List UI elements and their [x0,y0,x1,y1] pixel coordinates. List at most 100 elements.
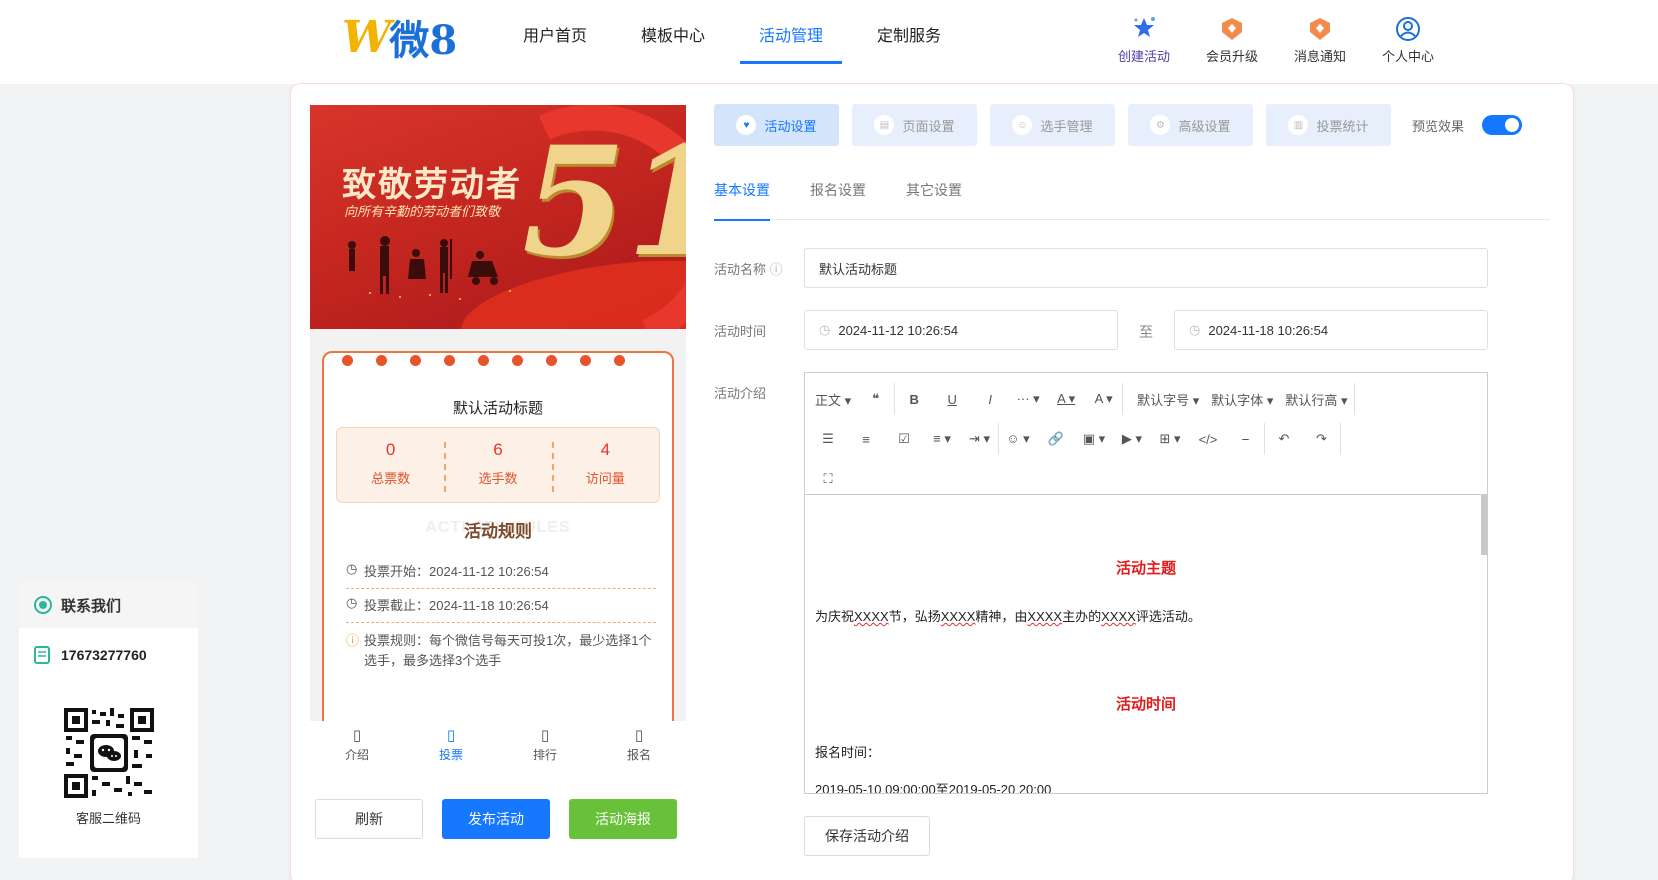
logo-mark: W [342,11,391,63]
service-agent-icon [34,596,52,614]
tab-signup[interactable]: ▯ 报名 [592,721,686,767]
undo-button[interactable]: ↶ [1265,423,1303,455]
clock-icon: ◷ [819,322,831,337]
notifications-button[interactable]: 消息通知 [1276,14,1364,65]
preview-switch[interactable] [1482,115,1523,135]
step-advanced-settings[interactable]: ⚙ 高级设置 [1128,104,1253,146]
editor-paragraph-2: 报名时间： [815,745,881,760]
font-family-select[interactable]: 默认字体 ▾ [1205,383,1279,415]
name-label: 活动名称 ⓘ [714,262,783,277]
bullet-list-button[interactable]: ☰ [809,423,847,455]
toolbar-row-2: ☰ ≡ ☑ ≡ ▾ ⇥ ▾ ☺ ▾ 🔗 ▣ ▾ ▶ ▾ ⊞ ▾ </> ⎯ ↶ … [809,419,1483,459]
settings-steps: ♥ 活动设置 ▤ 页面设置 ☺ 选手管理 ⚙ 高级设置 ▥ 投票统计 [714,104,1391,146]
line-height-select[interactable]: 默认行高 ▾ [1279,383,1355,415]
nav-activity-manage[interactable]: 活动管理 [732,0,850,84]
table-button[interactable]: ⊞ ▾ [1151,423,1189,455]
vip-upgrade-button[interactable]: 会员升级 [1188,14,1276,65]
notification-badge-icon [1310,18,1330,40]
tab-vote[interactable]: ▯ 投票 [404,721,498,767]
stars-icon [1134,17,1155,37]
font-color-button[interactable]: A ▾ [1047,383,1085,415]
qr-code-icon [62,706,156,800]
more-button[interactable]: ··· ▾ [1009,383,1047,415]
rules-heading-text: 活动规则 [464,522,532,541]
tab-vote-icon: ▯ [446,727,456,744]
activity-name-input[interactable]: 默认活动标题 [804,248,1488,288]
poster-paper: 默认活动标题 0 总票数 6 选手数 4 访问量 ACTIVITY RULES 活动规… [322,351,674,721]
header-actions: 创建活动 会员升级 消息通知 个人中心 [1100,14,1452,65]
editor-toolbar: 正文 ▾ ❝ B U I ··· ▾ A ▾ A ▾ 默认字号 ▾ 默认字体 ▾… [805,373,1487,495]
editor-scrollbar[interactable] [1481,495,1487,555]
poster-title: 默认活动标题 [452,400,543,417]
editor-paragraph-1: 为庆祝XXXX节，弘扬XXXX精神，由XXXX主办的XXXX评选活动。 [815,609,1201,624]
italic-button[interactable]: I [971,383,1009,415]
step-activity-settings[interactable]: ♥ 活动设置 [714,104,839,146]
user-center-button[interactable]: 个人中心 [1364,14,1452,65]
stat-total-votes: 0 总票数 [371,440,411,486]
logo[interactable]: W 微8 [342,11,457,65]
rules-heading: ACTIVITY RULES 活动规则 [324,519,672,541]
create-activity-label: 创建活动 [1117,49,1170,64]
banner-title: 致敬劳动者 [342,165,522,205]
todo-button[interactable]: ☑ [885,423,923,455]
preview-label: 预览效果 [1412,118,1465,134]
tab-intro[interactable]: ▯ 介绍 [310,721,404,767]
person-icon: ☺ [1012,115,1033,135]
toolbar-row-3: ⛶ [809,459,1483,499]
clock-icon: ◷ [1189,322,1201,337]
editor-content[interactable]: 活动主题 为庆祝XXXX节，弘扬XXXX精神，由XXXX主办的XXXX评选活动。… [805,495,1487,793]
font-size-select[interactable]: 默认字号 ▾ [1131,383,1205,415]
underline-button[interactable]: U [933,383,971,415]
nav-home[interactable]: 用户首页 [496,0,614,84]
image-button[interactable]: ▣ ▾ [1075,423,1113,455]
subtab-other[interactable]: 其它设置 [906,170,962,220]
calendar-rings [342,355,625,366]
banner-subtitle: 向所有辛勤的劳动者们致敬 [344,205,501,220]
user-icon [1396,17,1420,41]
sub-tabs: 基本设置 报名设置 其它设置 [714,170,1550,221]
top-header: W 微8 用户首页 模板中心 活动管理 定制服务 创建活动 会员升级 消息通知 … [0,0,1658,84]
phone-preview: 致敬劳动者 向所有辛勤的劳动者们致敬 51 默认活动标题 0总票数 6选手数 4… [310,105,686,721]
banner-number: 51 [522,114,686,290]
step-page-settings[interactable]: ▤ 页面设置 [852,104,977,146]
rule-end: ◷ 投票截止：2024-11-18 10:26:54 [346,595,656,623]
subtab-basic[interactable]: 基本设置 [714,170,770,221]
nav-custom-service[interactable]: 定制服务 [850,0,968,84]
bg-color-button[interactable]: A ▾ [1085,383,1124,415]
emoji-button[interactable]: ☺ ▾ [999,423,1037,455]
bold-button[interactable]: B [895,383,933,415]
phone-icon [34,646,50,664]
align-button[interactable]: ≡ ▾ [923,423,961,455]
intro-label: 活动介绍 [714,386,767,401]
indent-button[interactable]: ⇥ ▾ [961,423,999,455]
activity-poster-button[interactable]: 活动海报 [569,799,677,839]
step-contestant-manage[interactable]: ☺ 选手管理 [990,104,1115,146]
preview-toggle: 预览效果 [1412,104,1523,146]
quote-button[interactable]: ❝ [857,383,896,415]
redo-button[interactable]: ↷ [1303,423,1341,455]
save-intro-button[interactable]: 保存活动介绍 [804,816,930,856]
help-icon: ⓘ [769,262,783,277]
fullscreen-button[interactable]: ⛶ [809,463,847,495]
nav-templates[interactable]: 模板中心 [614,0,732,84]
contact-title: 联系我们 [61,597,122,615]
tab-rank[interactable]: ▯ 排行 [498,721,592,767]
divider-button[interactable]: ⎯ [1227,423,1265,455]
tab-signup-icon: ▯ [634,727,644,744]
publish-activity-button[interactable]: 发布活动 [442,799,550,839]
paragraph-select[interactable]: 正文 ▾ [809,383,857,415]
create-activity-button[interactable]: 创建活动 [1100,14,1188,65]
end-time-input[interactable]: ◷ 2024-11-18 10:26:54 [1174,310,1488,350]
subtab-signup[interactable]: 报名设置 [810,170,866,220]
numbered-list-button[interactable]: ≡ [847,423,885,455]
clock-icon: ◷ [346,561,358,576]
step-vote-stats[interactable]: ▥ 投票统计 [1266,104,1391,146]
start-time-input[interactable]: ◷ 2024-11-12 10:26:54 [804,310,1118,350]
time-label: 活动时间 [714,324,767,339]
link-button[interactable]: 🔗 [1037,423,1075,455]
code-button[interactable]: </> [1189,423,1227,455]
rule-vote: ⓘ 投票规则：每个微信号每天可投1次，最少选择1个选手，最多选择3个选手 [346,631,656,671]
refresh-button[interactable]: 刷新 [315,799,423,839]
video-button[interactable]: ▶ ▾ [1113,423,1151,455]
tab-rank-icon: ▯ [540,727,550,744]
